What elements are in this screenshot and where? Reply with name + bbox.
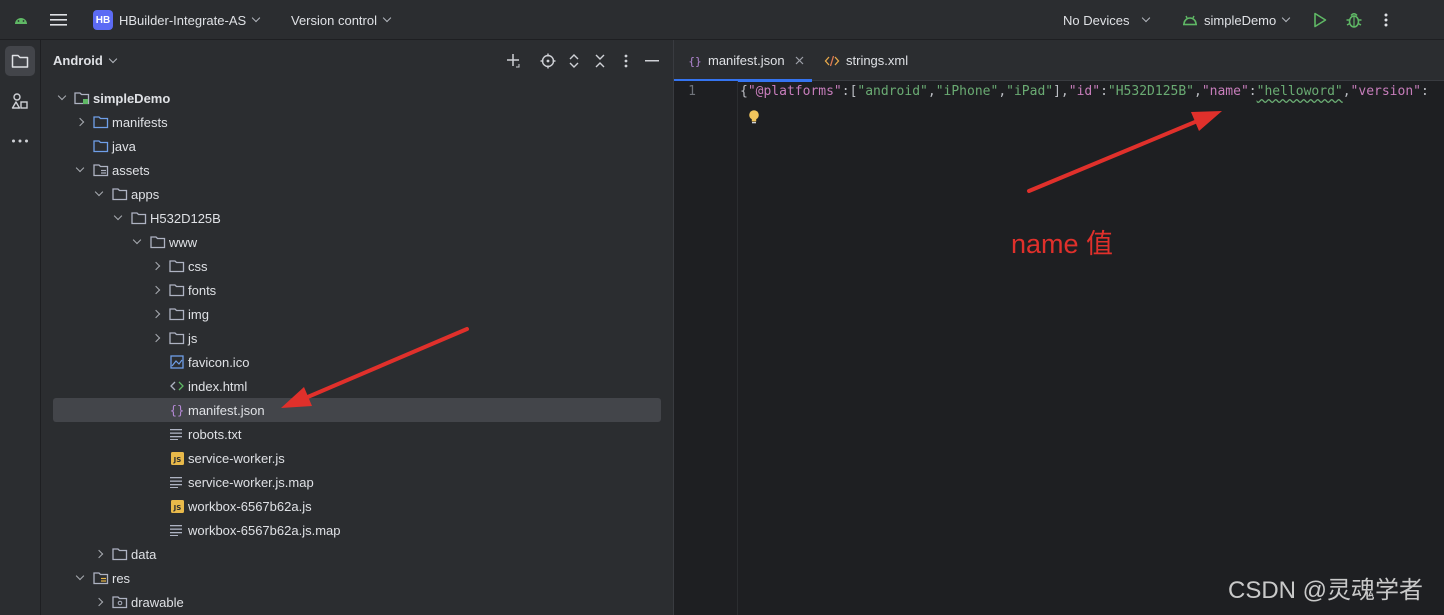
watermark: CSDN @灵魂学者 <box>1228 577 1424 604</box>
arrow-to-manifest-json <box>281 327 469 408</box>
arrow-to-name-value <box>1027 111 1222 193</box>
annotation-arrows <box>281 111 1222 408</box>
annotation-label: name 值 <box>1011 229 1114 259</box>
